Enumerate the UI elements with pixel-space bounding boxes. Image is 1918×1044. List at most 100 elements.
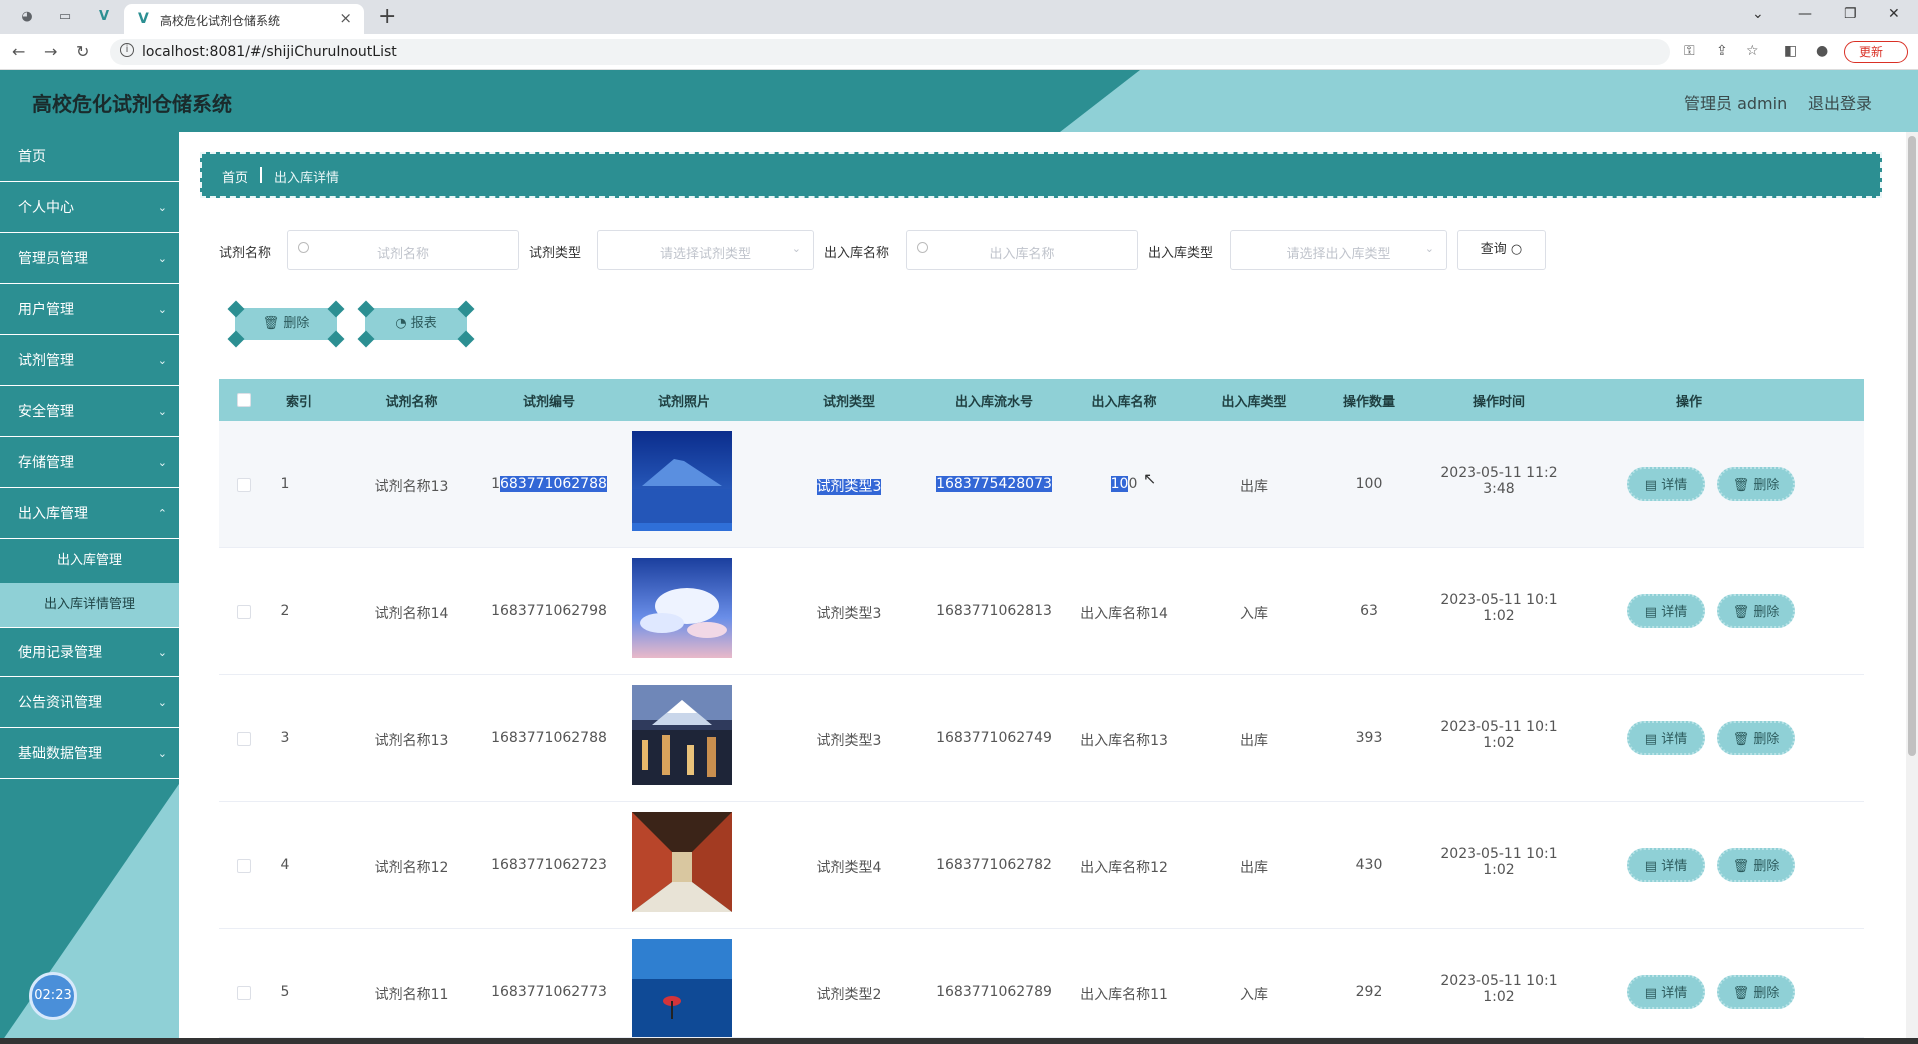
tab-search-icon[interactable]: ⌄ <box>1752 6 1764 22</box>
sidebar-item-base-data[interactable]: 基础数据管理 ⌄ <box>0 729 179 779</box>
browser-icon[interactable]: ◕ <box>18 8 36 26</box>
chevron-down-icon: ⌄ <box>157 201 167 214</box>
th-reagent-name: 试剂名称 <box>385 395 438 410</box>
sidebar-item-label: 管理员管理 <box>18 251 88 267</box>
button-label: 报表 <box>410 316 437 331</box>
detail-button[interactable]: ▤ 详情 <box>1627 721 1705 755</box>
cell-inout-type: 出库 <box>1240 860 1268 876</box>
cell-time: 2023-05-11 11:2 3:48 <box>1434 465 1564 497</box>
query-button[interactable]: 查询 ○ <box>1457 230 1546 270</box>
sidebar-item-label: 公告资讯管理 <box>18 695 102 711</box>
detail-button[interactable]: ▤ 详情 <box>1627 975 1705 1009</box>
inout-name-label: 出入库名称 <box>824 246 890 261</box>
info-icon[interactable]: i <box>120 43 134 57</box>
close-window-icon[interactable]: ✕ <box>1888 6 1900 22</box>
sidepanel-icon[interactable]: ◧ <box>1784 43 1797 59</box>
row-checkbox[interactable] <box>237 859 251 873</box>
table-row[interactable]: 2 试剂名称14 1683771062798 试剂类型3 16837710628… <box>219 548 1864 675</box>
chevron-down-icon: ⌄ <box>791 242 801 255</box>
sidebar-item-label: 首页 <box>18 149 46 165</box>
logout-link[interactable]: 退出登录 <box>1808 90 1872 114</box>
cell-inout-name: 出入库名称14 <box>1080 606 1168 622</box>
row-checkbox[interactable] <box>237 986 251 1000</box>
reagent-name-input[interactable]: 试剂名称 <box>287 230 519 270</box>
vue-icon[interactable]: V <box>95 8 113 26</box>
restore-icon[interactable]: ❐ <box>1844 6 1857 22</box>
reagent-photo <box>632 558 732 658</box>
selected-text: 试剂类型3 <box>816 479 882 495</box>
delete-row-button[interactable]: 🗑 删除 <box>1717 594 1795 628</box>
sidebar-subitem-inout-detail[interactable]: 出入库详情管理 <box>0 583 179 627</box>
table-row[interactable]: 4 试剂名称12 1683771062723 试剂类型4 16837710627… <box>219 802 1864 929</box>
query-label: 查询 <box>1480 242 1507 257</box>
row-checkbox[interactable] <box>237 732 251 746</box>
share-icon[interactable]: ⇪ <box>1716 43 1728 59</box>
admin-label: 管理员 admin <box>1684 94 1788 113</box>
vue-favicon-icon: V <box>138 11 149 27</box>
breadcrumb-home[interactable]: 首页 <box>222 167 248 186</box>
th-inout-name: 出入库名称 <box>1091 395 1157 410</box>
cell-reagent-name: 试剂名称14 <box>374 606 449 622</box>
batch-delete-button[interactable]: 🗑 删除 <box>227 300 345 348</box>
breadcrumb: 首页 出入库详情 <box>200 152 1882 198</box>
cell-reagent-name: 试剂名称13 <box>374 479 449 495</box>
timer-badge[interactable]: 02:23 <box>29 972 77 1020</box>
cell-inout-name: 出入库名称12 <box>1080 860 1168 876</box>
delete-row-button[interactable]: 🗑 删除 <box>1717 848 1795 882</box>
table-row[interactable]: 3 试剂名称13 1683771062788 试剂类型3 16837710627… <box>219 675 1864 802</box>
cell-reagent-type: 试剂类型3 <box>816 606 882 622</box>
delete-row-button[interactable]: 🗑 删除 <box>1717 975 1795 1009</box>
sidebar-item-reagent-mgmt[interactable]: 试剂管理 ⌄ <box>0 336 179 386</box>
address-bar[interactable]: i localhost:8081/#/shijiChuruInoutList <box>110 39 1670 65</box>
sidebar-item-storage-mgmt[interactable]: 存储管理 ⌄ <box>0 438 179 488</box>
star-icon[interactable]: ☆ <box>1746 43 1759 59</box>
tab-icon[interactable]: ▭ <box>56 8 74 26</box>
detail-button[interactable]: ▤ 详情 <box>1627 848 1705 882</box>
row-checkbox[interactable] <box>237 478 251 492</box>
back-icon[interactable]: ← <box>12 42 25 61</box>
profile-icon[interactable]: ● <box>1816 43 1828 59</box>
cell-qty: 100 <box>1355 476 1383 492</box>
new-tab-icon[interactable]: + <box>378 4 396 29</box>
report-button[interactable]: ◔ 报表 <box>357 300 475 348</box>
forward-icon[interactable]: → <box>44 42 57 61</box>
sidebar-subitem-inout[interactable]: 出入库管理 <box>0 539 179 583</box>
detail-button[interactable]: ▤ 详情 <box>1627 594 1705 628</box>
row-checkbox[interactable] <box>237 605 251 619</box>
tab-title: 高校危化试剂仓储系统 <box>160 14 281 28</box>
time-line: 1:02 <box>1483 862 1515 878</box>
scrollbar-thumb[interactable] <box>1908 136 1916 756</box>
detail-button[interactable]: ▤ 详情 <box>1627 467 1705 501</box>
cell-reagent-name: 试剂名称12 <box>374 860 449 876</box>
name-part: 0 <box>1128 476 1138 492</box>
inout-type-select[interactable]: 请选择出入库类型 ⌄ <box>1230 230 1447 270</box>
sidebar-item-user-mgmt[interactable]: 用户管理 ⌄ <box>0 285 179 335</box>
reload-icon[interactable]: ↻ <box>76 42 89 61</box>
th-index: 索引 <box>285 395 312 410</box>
sidebar-item-inout-mgmt[interactable]: 出入库管理 ⌃ <box>0 489 179 539</box>
sidebar-item-safety-mgmt[interactable]: 安全管理 ⌄ <box>0 387 179 437</box>
active-tab[interactable]: V 高校危化试剂仓储系统 × <box>124 4 364 34</box>
document-icon: ▤ <box>1644 859 1658 874</box>
url-text[interactable]: localhost:8081/#/shijiChuruInoutList <box>142 44 397 60</box>
reagent-type-select[interactable]: 请选择试剂类型 ⌄ <box>597 230 814 270</box>
inout-name-input[interactable]: 出入库名称 <box>906 230 1138 270</box>
delete-row-button[interactable]: 🗑 删除 <box>1717 721 1795 755</box>
minimize-icon[interactable]: — <box>1798 6 1812 22</box>
select-all-checkbox[interactable] <box>237 393 251 407</box>
sidebar-item-announcements[interactable]: 公告资讯管理 ⌄ <box>0 678 179 728</box>
cell-serial: 1683771062749 <box>936 730 1052 746</box>
delete-row-button[interactable]: 🗑 删除 <box>1717 467 1795 501</box>
sidebar-item-admin-mgmt[interactable]: 管理员管理 ⌄ <box>0 234 179 284</box>
sidebar-item-personal-center[interactable]: 个人中心 ⌄ <box>0 183 179 233</box>
close-tab-icon[interactable]: × <box>339 9 352 27</box>
chevron-up-icon: ⌃ <box>157 507 167 520</box>
page-scrollbar[interactable] <box>1906 132 1918 1044</box>
sidebar-item-home[interactable]: 首页 <box>0 132 179 182</box>
key-icon[interactable]: ⚿ <box>1684 43 1695 59</box>
select-placeholder: 请选择出入库类型 <box>1286 247 1391 262</box>
sidebar-item-usage-records[interactable]: 使用记录管理 ⌄ <box>0 627 179 677</box>
table-row[interactable]: 1 试剂名称13 1683771062788 试剂类型3 16837754280… <box>219 421 1864 548</box>
update-button[interactable]: 更新 <box>1844 41 1908 63</box>
table-row[interactable]: 5 试剂名称11 1683771062773 试剂类型2 16837710627… <box>219 929 1864 1038</box>
